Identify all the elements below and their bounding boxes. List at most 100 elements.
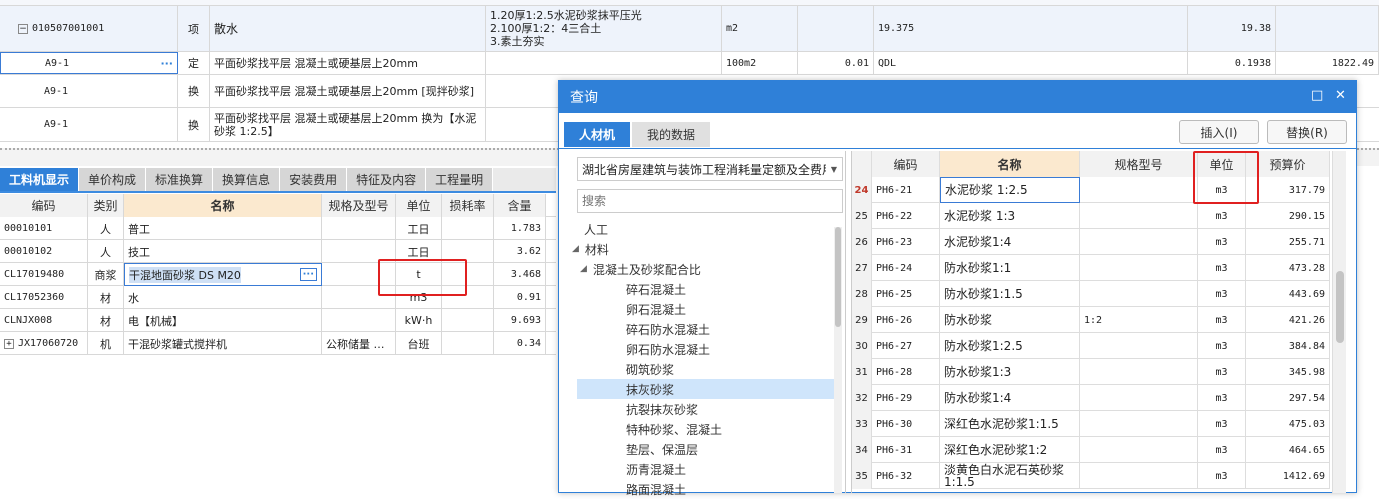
spec-cell (1080, 255, 1198, 281)
insert-button[interactable]: 插入(I) (1179, 120, 1259, 144)
expand-icon[interactable]: + (4, 338, 14, 349)
tab-labor-material[interactable]: 工料机显示 (0, 168, 80, 191)
tab-unit-price[interactable]: 单价构成 (79, 168, 147, 191)
tree-node[interactable]: 路面混凝土 (626, 479, 686, 499)
desc-cell: 1.20厚1:2.5水泥砂浆抹平压光 2.100厚1:2：4三合土 3.素土夯实 (486, 6, 722, 51)
col-unit[interactable]: 单位 (396, 194, 442, 217)
table-row[interactable]: CL17019480 商浆 干混地面砂浆 DS M20 ··· t 3.468 (0, 263, 556, 286)
grid-row[interactable]: 26 PH6-23 水泥砂浆1:4 m3 255.71 (852, 229, 1330, 255)
tree-scrollbar[interactable] (834, 227, 842, 493)
spec-cell (1080, 281, 1198, 307)
close-icon[interactable]: ✕ (1335, 89, 1346, 103)
detail-tabs: 工料机显示 单价构成 标准换算 换算信息 安装费用 特征及内容 工程量明 (0, 168, 556, 193)
table-row[interactable]: CL17052360 材水 m3 0.91 (0, 286, 556, 309)
col-qty[interactable]: 含量 (494, 194, 546, 217)
no-cell: 35 (852, 463, 872, 489)
name-cell: 深红色水泥砂浆1:2 (940, 437, 1080, 463)
amount-cell: 0.1938 (1188, 52, 1276, 74)
grid-scrollbar[interactable] (1332, 151, 1346, 493)
grid-row[interactable]: 31 PH6-28 防水砂浆1:3 m3 345.98 (852, 359, 1330, 385)
tree-node[interactable]: 抗裂抹灰砂浆 (626, 399, 698, 419)
spec-cell (1080, 203, 1198, 229)
grid-row[interactable]: 33 PH6-30 深红色水泥砂浆1:1.5 m3 475.03 (852, 411, 1330, 437)
tab-quantity[interactable]: 工程量明 (426, 168, 494, 191)
col-name[interactable]: 名称 (940, 151, 1080, 177)
tree-node[interactable]: 碎石混凝土 (626, 279, 686, 299)
tree-node[interactable]: 砌筑砂浆 (626, 359, 674, 379)
grid-row[interactable]: 32 PH6-29 防水砂浆1:4 m3 297.54 (852, 385, 1330, 411)
code-cell: 00010101 (0, 217, 88, 240)
code-cell: PH6-27 (872, 333, 940, 359)
collapse-icon[interactable]: − (18, 23, 28, 34)
tree-node[interactable]: 抹灰砂浆 (577, 379, 834, 399)
code-cell: CL17052360 (0, 286, 88, 309)
tree-node[interactable]: 碎石防水混凝土 (626, 319, 710, 339)
table-row[interactable]: A9-1 ··· 定 平面砂浆找平层 混凝土或硬基层上20mm 100m2 0.… (0, 52, 1379, 75)
grid-row[interactable]: 29 PH6-26 防水砂浆 1:2 m3 421.26 (852, 307, 1330, 333)
tree-node[interactable]: ◢ 材料 (572, 239, 609, 259)
more-icon[interactable]: ··· (299, 268, 317, 281)
tab-standard-conversion[interactable]: 标准换算 (146, 168, 214, 191)
code-cell: PH6-26 (872, 307, 940, 333)
table-row[interactable]: 00010102 人 技工 工日 3.62 (0, 240, 556, 263)
col-spec[interactable]: 规格及型号 (322, 194, 396, 217)
tree-node[interactable]: 垫层、保温层 (626, 439, 698, 459)
more-icon[interactable]: ··· (160, 57, 173, 70)
tree-node[interactable]: 人工 (584, 219, 608, 239)
code-cell: PH6-30 (872, 411, 940, 437)
grid-row[interactable]: 35 PH6-32 淡黄色白水泥石英砂浆1:1.5 m3 1412.69 (852, 463, 1330, 489)
search-input[interactable] (577, 189, 843, 213)
table-row[interactable]: + JX17060720 机 干混砂浆罐式搅拌机 公称储量 … 台班 0.34 (0, 332, 556, 355)
scrollbar-thumb[interactable] (1336, 271, 1344, 343)
tree-node-label: 特种砂浆、混凝土 (626, 422, 723, 437)
expand-arrow-icon[interactable]: ◢ (572, 244, 579, 254)
tab-my-data[interactable]: 我的数据 (632, 122, 711, 147)
tree-node[interactable]: 特种砂浆、混凝土 (626, 419, 722, 439)
grid-row[interactable]: 27 PH6-24 防水砂浆1:1 m3 473.28 (852, 255, 1330, 281)
price-cell: 475.03 (1246, 411, 1330, 437)
col-spec[interactable]: 规格型号 (1080, 151, 1198, 177)
col-code[interactable]: 编码 (0, 194, 88, 217)
dialog-titlebar[interactable]: 查询 □ ✕ (559, 81, 1356, 113)
name-cell: 技工 (124, 240, 322, 263)
spec-cell (1080, 385, 1198, 411)
col-loss[interactable]: 损耗率 (442, 194, 494, 217)
grid-row[interactable]: 25 PH6-22 水泥砂浆 1:3 m3 290.15 (852, 203, 1330, 229)
unit-cell: 工日 (396, 217, 442, 240)
expand-arrow-icon[interactable]: ◢ (580, 264, 587, 274)
price-cell: 473.28 (1246, 255, 1330, 281)
name-cell: 深红色水泥砂浆1:1.5 (940, 411, 1080, 437)
tab-labor-material-machine[interactable]: 人材机 (564, 122, 631, 147)
table-row[interactable]: − 010507001001 项 散水 1.20厚1:2.5水泥砂浆抹平压光 2… (0, 6, 1379, 52)
replace-button[interactable]: 替换(R) (1267, 120, 1347, 144)
qty-cell: 3.468 (494, 263, 546, 286)
code-cell: PH6-32 (872, 463, 940, 489)
tab-features[interactable]: 特征及内容 (347, 168, 427, 191)
chevron-down-icon[interactable]: ▼ (826, 158, 842, 180)
table-row[interactable]: CLNJX008 材 电【机械】 kW·h 9.693 (0, 309, 556, 332)
col-category[interactable]: 类别 (88, 194, 124, 217)
quota-library-select[interactable]: 湖北省房屋建筑与装饰工程消耗量定额及全费用 ▼ (577, 157, 843, 181)
price-cell: 255.71 (1246, 229, 1330, 255)
tree-node-label: 抗裂抹灰砂浆 (626, 402, 699, 417)
grid-row[interactable]: 34 PH6-31 深红色水泥砂浆1:2 m3 464.65 (852, 437, 1330, 463)
col-name[interactable]: 名称 (124, 194, 322, 217)
unit-text: 台班 (407, 337, 430, 351)
table-row[interactable]: 00010101 人 普工 工日 1.783 (0, 217, 556, 240)
tab-conversion-info[interactable]: 换算信息 (213, 168, 281, 191)
grid-row[interactable]: 28 PH6-25 防水砂浆1:1.5 m3 443.69 (852, 281, 1330, 307)
name-cell: 干混砂浆罐式搅拌机 (124, 332, 322, 355)
code-cell: PH6-22 (872, 203, 940, 229)
code-cell[interactable]: A9-1 ··· (0, 52, 178, 74)
tab-install-cost[interactable]: 安装费用 (280, 168, 348, 191)
loss-cell (442, 217, 494, 240)
no-cell: 31 (852, 359, 872, 385)
col-code[interactable]: 编码 (872, 151, 940, 177)
scrollbar-thumb[interactable] (835, 227, 841, 327)
tree-node[interactable]: ◢ 混凝土及砂浆配合比 (580, 259, 701, 279)
tree-node[interactable]: 卵石防水混凝土 (626, 339, 710, 359)
maximize-icon[interactable]: □ (1311, 89, 1323, 103)
tree-node[interactable]: 卵石混凝土 (626, 299, 686, 319)
grid-row[interactable]: 30 PH6-27 防水砂浆1:2.5 m3 384.84 (852, 333, 1330, 359)
tree-node[interactable]: 沥青混凝土 (626, 459, 686, 479)
